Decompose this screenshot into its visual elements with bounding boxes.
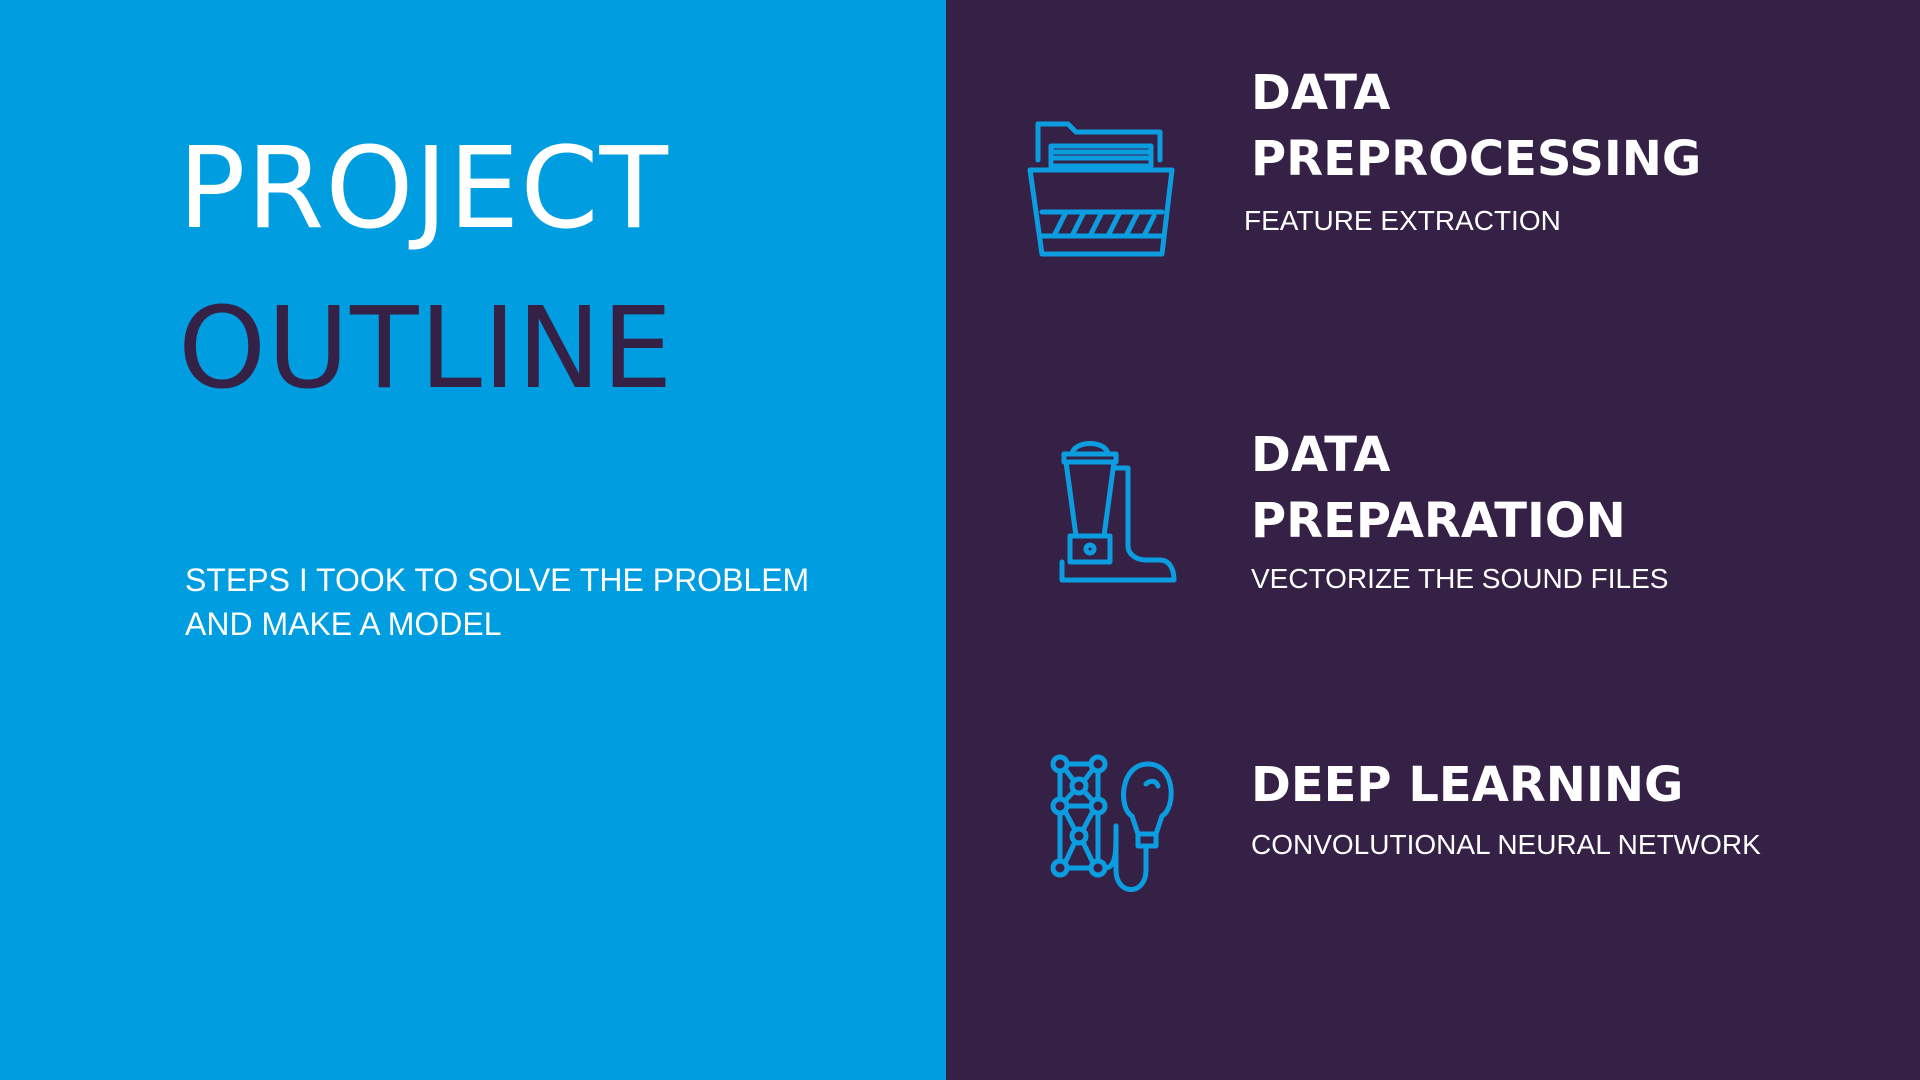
step-3-title: DEEP LEARNING [1251,757,1684,813]
neural-network-lightbulb-icon [1046,750,1206,900]
subtitle: STEPS I TOOK TO SOLVE THE PROBLEM AND MA… [185,558,825,646]
slide: PROJECT OUTLINE STEPS I TOOK TO SOLVE TH… [0,0,1920,1080]
step-1-title-line-2: PREPROCESSING [1251,131,1702,187]
title-outline: OUTLINE [178,284,674,414]
step-1-description: FEATURE EXTRACTION [1244,205,1561,236]
step-2-title: DATA PREPARATION [1251,422,1626,554]
step-2-title-line-2: PREPARATION [1251,493,1626,549]
left-panel: PROJECT OUTLINE STEPS I TOOK TO SOLVE TH… [0,0,946,1080]
title-project: PROJECT [178,124,669,254]
subtitle-line-1: STEPS I TOOK TO SOLVE THE PROBLEM [185,562,810,598]
step-2-description: VECTORIZE THE SOUND FILES [1251,563,1669,594]
file-folder-icon [1026,112,1176,257]
step-1-title: DATA PREPROCESSING [1251,60,1701,192]
blender-icon [1056,436,1186,586]
step-2-title-line-1: DATA [1251,427,1391,483]
step-1-title-line-1: DATA [1251,65,1391,121]
step-3-description: CONVOLUTIONAL NEURAL NETWORK [1251,829,1761,860]
subtitle-line-2: AND MAKE A MODEL [185,606,502,642]
right-panel: DATA PREPROCESSING FEATURE EXTRACTION DA… [946,0,1920,1080]
